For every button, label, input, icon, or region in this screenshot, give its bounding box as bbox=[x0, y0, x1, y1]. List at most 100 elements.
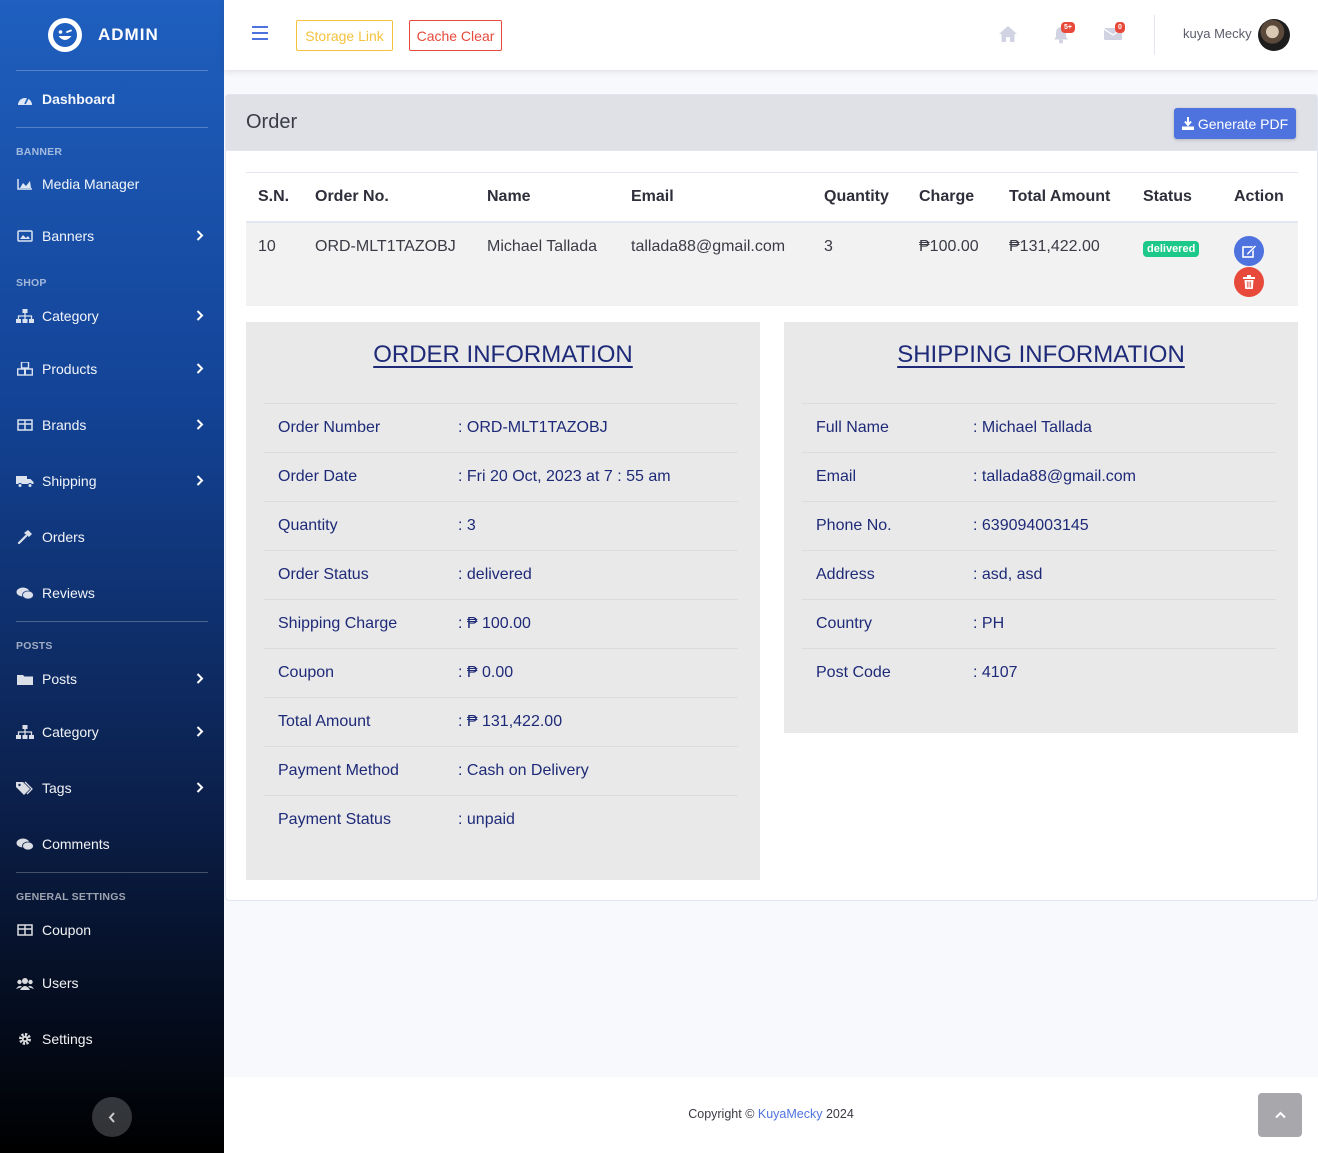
info-row: Quantity: 3 bbox=[264, 501, 738, 550]
info-label: Order Number bbox=[278, 419, 381, 436]
alerts-count-badge: 5+ bbox=[1061, 22, 1075, 33]
delete-order-button[interactable] bbox=[1234, 266, 1264, 297]
sidebar-item-label: Category bbox=[42, 308, 99, 324]
info-label: Full Name bbox=[816, 419, 889, 436]
user-name[interactable]: kuya Mecky bbox=[1183, 26, 1252, 41]
info-label: Order Status bbox=[278, 566, 369, 583]
gear-icon bbox=[16, 1032, 34, 1046]
sidebar-item-reviews[interactable]: Reviews bbox=[0, 565, 224, 621]
sidebar-item-coupon[interactable]: Coupon bbox=[0, 905, 224, 955]
info-row: Post Code: 4107 bbox=[802, 648, 1276, 697]
home-icon[interactable] bbox=[998, 25, 1018, 45]
sidebar-item-comments[interactable]: Comments bbox=[0, 816, 224, 872]
order-information-panel: ORDER INFORMATION Order Number: ORD-MLT1… bbox=[246, 322, 760, 880]
sidebar-item-dashboard[interactable]: Dashboard bbox=[0, 71, 224, 127]
column-header: Email bbox=[619, 172, 812, 223]
sidebar-item-posts-category[interactable]: Category bbox=[0, 704, 224, 760]
copyright-text: Copyright © KuyaMecky 2024 bbox=[224, 1107, 1318, 1121]
sidebar-item-label: Products bbox=[42, 361, 98, 377]
edit-order-button[interactable] bbox=[1234, 235, 1264, 266]
folder-icon bbox=[16, 672, 34, 686]
cell-quantity: 3 bbox=[812, 221, 907, 306]
cache-clear-button[interactable]: Cache Clear bbox=[409, 20, 502, 51]
chevron-up-icon bbox=[1274, 1111, 1286, 1119]
sidebar-toggle-button[interactable] bbox=[92, 1097, 132, 1137]
chevron-right-icon bbox=[196, 671, 204, 687]
cell-total-amount: ₱131,422.00 bbox=[997, 221, 1131, 306]
copyright-link[interactable]: KuyaMecky bbox=[758, 1107, 823, 1121]
sidebar-item-label: Banners bbox=[42, 228, 95, 244]
info-label: Order Date bbox=[278, 468, 358, 485]
sidebar-brand[interactable]: ADMIN bbox=[0, 0, 224, 70]
info-row: Order Date: Fri 20 Oct, 2023 at 7 : 55 a… bbox=[264, 452, 738, 501]
sidebar-item-orders[interactable]: Orders bbox=[0, 509, 224, 565]
generate-pdf-button[interactable]: Generate PDF bbox=[1174, 108, 1296, 139]
info-row: Full Name: Michael Tallada bbox=[802, 403, 1276, 452]
sidebar-item-label: Brands bbox=[42, 417, 87, 433]
info-row: Payment Method: Cash on Delivery bbox=[264, 746, 738, 795]
cell-status: delivered bbox=[1131, 221, 1222, 306]
info-row: Total Amount: ₱ 131,422.00 bbox=[264, 697, 738, 746]
card-header: Order Generate PDF bbox=[226, 95, 1317, 151]
messages-count-badge: 0 bbox=[1115, 22, 1125, 33]
sidebar-item-media-manager[interactable]: Media Manager bbox=[0, 160, 224, 208]
sidebar-item-tags[interactable]: Tags bbox=[0, 760, 224, 816]
sidebar-heading-shop: SHOP bbox=[16, 277, 47, 289]
cell-name: Michael Tallada bbox=[475, 221, 619, 306]
info-label: Phone No. bbox=[816, 517, 892, 534]
info-value: : ORD-MLT1TAZOBJ bbox=[458, 419, 608, 436]
shipping-information-panel: SHIPPING INFORMATION Full Name: Michael … bbox=[784, 322, 1298, 733]
sidebar-heading-banner: BANNER bbox=[16, 146, 63, 158]
sidebar-item-shop-category[interactable]: Category bbox=[0, 291, 224, 341]
sidebar-item-products[interactable]: Products bbox=[0, 341, 224, 397]
chart-area-icon bbox=[16, 177, 34, 191]
chevron-right-icon bbox=[196, 228, 204, 244]
info-value: : asd, asd bbox=[973, 566, 1043, 583]
info-value: : ₱ 131,422.00 bbox=[458, 713, 563, 730]
sidebar-item-label: Tags bbox=[42, 780, 72, 796]
orders-table: S.N. Order No. Name Email Quantity Charg… bbox=[246, 172, 1298, 306]
sidebar-item-label: Media Manager bbox=[42, 176, 140, 192]
chevron-right-icon bbox=[196, 780, 204, 796]
sidebar-item-brands[interactable]: Brands bbox=[0, 397, 224, 453]
trash-icon bbox=[1243, 274, 1255, 289]
chevron-right-icon bbox=[196, 473, 204, 489]
users-icon bbox=[16, 976, 34, 990]
hamburger-menu-icon[interactable] bbox=[252, 26, 268, 40]
status-badge: delivered bbox=[1143, 240, 1200, 257]
column-header: Charge bbox=[907, 172, 997, 223]
chevron-left-icon bbox=[108, 1108, 116, 1127]
info-value: : unpaid bbox=[458, 811, 515, 828]
sidebar-item-posts[interactable]: Posts bbox=[0, 654, 224, 704]
info-label: Country bbox=[816, 615, 873, 632]
copyright-year: 2024 bbox=[822, 1107, 854, 1121]
download-icon bbox=[1181, 117, 1194, 130]
sidebar-item-users[interactable]: Users bbox=[0, 955, 224, 1011]
storage-link-button[interactable]: Storage Link bbox=[296, 20, 393, 51]
cell-sn: 10 bbox=[246, 221, 303, 306]
sitemap-icon bbox=[16, 725, 34, 739]
column-header: Quantity bbox=[812, 172, 907, 223]
topbar-divider bbox=[1154, 15, 1155, 55]
shipping-information-heading: SHIPPING INFORMATION bbox=[897, 341, 1185, 368]
chevron-right-icon bbox=[196, 361, 204, 377]
avatar[interactable] bbox=[1258, 19, 1290, 51]
messages-envelope-icon[interactable]: 0 bbox=[1103, 22, 1125, 45]
truck-icon bbox=[16, 474, 34, 488]
cell-email: tallada88@gmail.com bbox=[619, 221, 812, 306]
alerts-bell-icon[interactable]: 5+ bbox=[1052, 22, 1075, 45]
image-icon bbox=[16, 229, 34, 243]
scroll-to-top-button[interactable] bbox=[1258, 1093, 1302, 1137]
tags-icon bbox=[16, 781, 34, 795]
cell-action bbox=[1222, 221, 1298, 306]
table-icon bbox=[16, 418, 34, 432]
info-row: Phone No.: 639094003145 bbox=[802, 501, 1276, 550]
info-row: Coupon: ₱ 0.00 bbox=[264, 648, 738, 697]
column-header: S.N. bbox=[246, 172, 303, 223]
sidebar-item-banners[interactable]: Banners bbox=[0, 208, 224, 264]
sidebar-item-label: Dashboard bbox=[42, 91, 116, 107]
info-value: : 4107 bbox=[973, 664, 1018, 681]
info-value: : PH bbox=[973, 615, 1005, 632]
sidebar-item-settings[interactable]: Settings bbox=[0, 1011, 224, 1067]
sidebar-item-shipping[interactable]: Shipping bbox=[0, 453, 224, 509]
